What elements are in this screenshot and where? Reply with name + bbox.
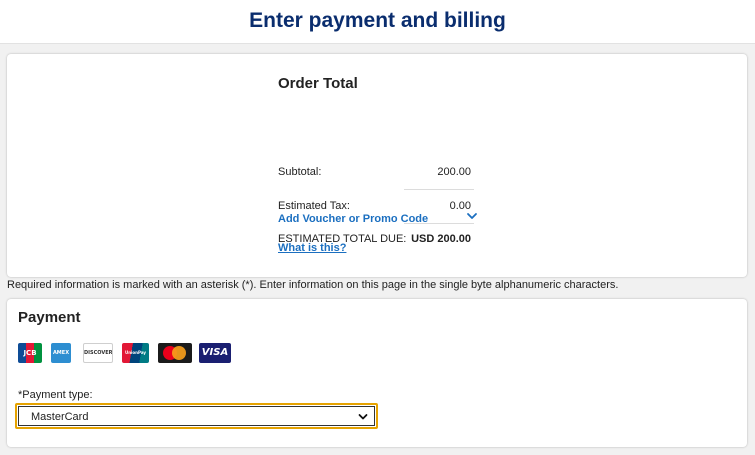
total-value: USD 200.00 bbox=[411, 233, 471, 245]
card-logo-text: VISA bbox=[201, 347, 229, 358]
payment-type-label: *Payment type: bbox=[18, 389, 93, 401]
discover-logo-icon: DISCOVER bbox=[83, 343, 113, 363]
amex-logo-icon: AMEX bbox=[51, 343, 71, 363]
card-logo-text: DISCOVER bbox=[84, 350, 113, 356]
chevron-down-icon[interactable] bbox=[466, 210, 478, 222]
order-total-card: Order Total Subtotal: 200.00 Estimated T… bbox=[7, 54, 747, 277]
card-logo-text: AMEX bbox=[52, 350, 70, 356]
card-logo-text: UnionPay bbox=[124, 350, 147, 355]
payment-card: Payment JCB AMEX DISCOVER UnionPay VISA … bbox=[7, 299, 747, 447]
what-is-this-link[interactable]: What is this? bbox=[278, 242, 346, 254]
unionpay-logo-icon: UnionPay bbox=[122, 343, 149, 363]
subtotal-row: Subtotal: 200.00 bbox=[278, 156, 474, 190]
subtotal-label: Subtotal: bbox=[278, 166, 322, 178]
select-box: MasterCard bbox=[18, 406, 375, 426]
chevron-down-icon bbox=[358, 414, 368, 420]
payment-title: Payment bbox=[18, 309, 81, 326]
payment-type-select[interactable]: MasterCard bbox=[15, 403, 378, 429]
order-total-title: Order Total bbox=[278, 75, 358, 92]
subtotal-value: 200.00 bbox=[437, 166, 471, 178]
payment-type-value: MasterCard bbox=[31, 411, 89, 423]
visa-logo-icon: VISA bbox=[199, 343, 231, 363]
required-info-notice: Required information is marked with an a… bbox=[7, 279, 619, 291]
mastercard-logo-icon bbox=[158, 343, 192, 363]
add-voucher-link[interactable]: Add Voucher or Promo Code bbox=[278, 213, 428, 225]
jcb-logo-icon: JCB bbox=[18, 343, 42, 363]
mastercard-yellow-circle bbox=[172, 346, 186, 360]
tax-label: Estimated Tax: bbox=[278, 200, 350, 212]
card-logo-text: JCB bbox=[23, 349, 37, 357]
page-header: Enter payment and billing bbox=[0, 0, 755, 44]
page-title: Enter payment and billing bbox=[249, 9, 506, 32]
